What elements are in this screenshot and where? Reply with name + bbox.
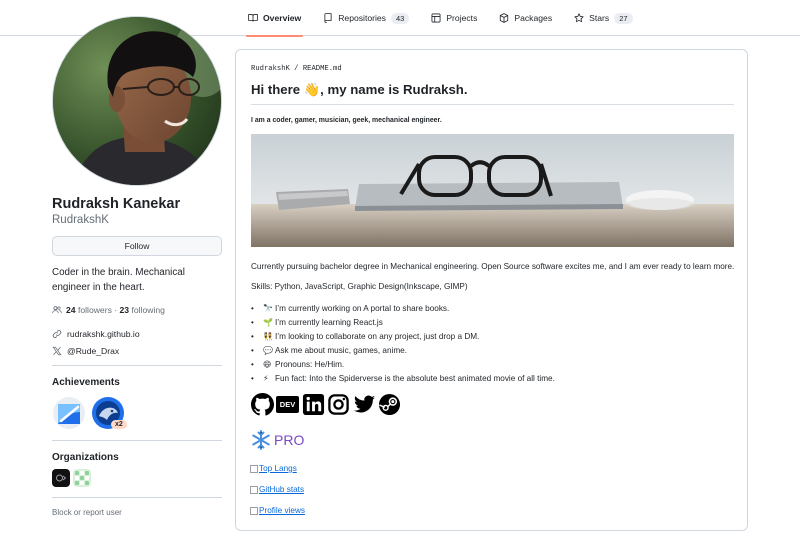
sidebar-divider (52, 365, 222, 366)
tab-packages[interactable]: Packages (491, 0, 560, 36)
profile-login: RudrakshK (52, 214, 109, 226)
readme-owner-link[interactable]: RudrakshK (251, 65, 290, 73)
smile-icon: 😄 (263, 360, 272, 369)
x-logo-icon (52, 346, 62, 356)
org-avatar-1[interactable] (52, 469, 70, 487)
top-langs-image-link[interactable]: Top Langs (250, 464, 297, 473)
tab-label: Stars (589, 13, 610, 23)
twitter-link[interactable]: @Rude_Drax (52, 346, 222, 356)
tab-label: Projects (446, 13, 478, 23)
readme-intro: Currently pursuing bachelor degree in Me… (251, 262, 735, 271)
path-separator: / (294, 65, 299, 73)
broken-image-icon (250, 464, 258, 473)
snowflake-icon (252, 430, 270, 450)
achievements-title[interactable]: Achievements (52, 377, 222, 388)
org-logo-icon (56, 474, 67, 482)
website-link[interactable]: rudrakshk.github.io (52, 329, 222, 339)
image-alt-text: Profile views (259, 506, 305, 515)
profile-sidebar: Rudraksh Kanekar RudrakshK Follow Coder … (52, 16, 222, 517)
telescope-icon: 🔭 (263, 304, 273, 313)
readme-path: RudrakshK / README.md (251, 65, 342, 73)
tab-label: Packages (514, 13, 553, 23)
table-icon (431, 13, 441, 23)
following-count: 23 (119, 305, 130, 315)
organizations-title: Organizations (52, 452, 119, 463)
lightning-icon: ⚡ (263, 374, 269, 383)
list-item: • 🌱 I’m currently learning React.js (251, 316, 555, 330)
readme-card: RudrakshK / README.md Hi there 👋, my nam… (235, 49, 748, 531)
tab-stars[interactable]: Stars 27 (566, 0, 640, 36)
list-item: • 💬 Ask me about music, games, anime. (251, 344, 555, 358)
follow-stats: 24 followers · 23 following (52, 305, 222, 315)
dot-separator: · (114, 305, 118, 315)
dev-icon[interactable]: DEV (276, 392, 300, 416)
image-alt-text: Top Langs (259, 464, 297, 473)
readme-heading: Hi there 👋, my name is Rudraksh. (251, 82, 734, 105)
readme-file-name: README.md (302, 65, 342, 73)
tab-repositories[interactable]: Repositories 43 (315, 0, 417, 36)
follow-button[interactable]: Follow (52, 236, 222, 256)
tab-label: Repositories (338, 13, 386, 23)
star-icon (574, 13, 584, 23)
readme-bullet-list: • 🔭 I’m currently working on A portal to s… (251, 302, 555, 386)
image-alt-text: GitHub stats (259, 485, 305, 494)
tab-label: Overview (263, 13, 302, 23)
profile-bio: Coder in the brain. Mechanical engineer … (52, 267, 185, 293)
readme-subtitle: I am a coder, gamer, musician, geek, mec… (251, 117, 442, 124)
profile-views-image-link[interactable]: Profile views (250, 506, 305, 515)
profile-links: rudrakshk.github.io @Rude_Drax (52, 329, 222, 356)
following-link[interactable]: 23 following (120, 305, 165, 315)
profile-fullname: Rudraksh Kanekar (52, 196, 181, 212)
badge-multiplier: x2 (111, 420, 127, 429)
social-icons-row: DEV (250, 392, 403, 416)
dancers-icon: 👯 (263, 332, 273, 341)
broken-image-icon (250, 506, 258, 515)
pro-text: PRO (274, 432, 305, 448)
twitter-bird-icon[interactable] (352, 392, 376, 416)
organizations-list (52, 469, 222, 487)
readme-skills: Skills: Python, JavaScript, Graphic Desi… (251, 282, 468, 291)
achievement-badge-1[interactable] (52, 396, 86, 430)
repo-icon (324, 13, 332, 23)
avatar-photo (53, 17, 221, 185)
tab-overview[interactable]: Overview (240, 0, 309, 37)
twitter-text: @Rude_Drax (67, 346, 120, 356)
stars-count: 27 (614, 12, 633, 24)
people-icon (52, 306, 62, 314)
pro-badge: PRO (251, 430, 304, 450)
repo-count: 43 (390, 12, 410, 24)
package-icon (500, 13, 509, 23)
profile-tabs: Overview Repositories 43 Projects Packag… (240, 0, 647, 37)
org-avatar-2[interactable] (73, 469, 91, 487)
tab-projects[interactable]: Projects (423, 0, 485, 36)
instagram-icon[interactable] (327, 392, 351, 416)
achievements-list: x2 (52, 396, 222, 434)
quickdraw-badge-icon (53, 397, 85, 429)
sidebar-divider (52, 497, 222, 498)
followers-label: followers (77, 305, 112, 315)
steam-icon[interactable] (378, 392, 402, 416)
github-stats-image-link[interactable]: GitHub stats (250, 485, 304, 494)
sidebar-divider (52, 440, 222, 441)
followers-link[interactable]: 24 followers (66, 305, 112, 315)
list-item: • 👯 I’m looking to collaborate on any proj… (251, 330, 555, 344)
list-item: • ⚡ Fun fact: Into the Spiderverse is the … (251, 372, 555, 386)
achievement-badge-2[interactable]: x2 (91, 396, 129, 434)
desk-photo (251, 134, 734, 247)
link-icon (52, 330, 62, 338)
broken-image-icon (250, 485, 258, 494)
readme-hero-image (251, 134, 734, 247)
github-icon[interactable] (250, 392, 274, 416)
list-item: • 😄 Pronouns: He/Him. (251, 358, 555, 372)
speech-bubble-icon: 💬 (263, 346, 273, 355)
book-icon (248, 14, 258, 22)
block-report-link[interactable]: Block or report user (52, 508, 222, 517)
seedling-icon: 🌱 (263, 318, 273, 327)
followers-count: 24 (66, 305, 76, 315)
following-label: following (131, 305, 165, 315)
website-text: rudrakshk.github.io (67, 329, 140, 339)
avatar[interactable] (52, 16, 222, 186)
list-item: • 🔭 I’m currently working on A portal to s… (251, 302, 555, 316)
linkedin-icon[interactable] (301, 392, 325, 416)
